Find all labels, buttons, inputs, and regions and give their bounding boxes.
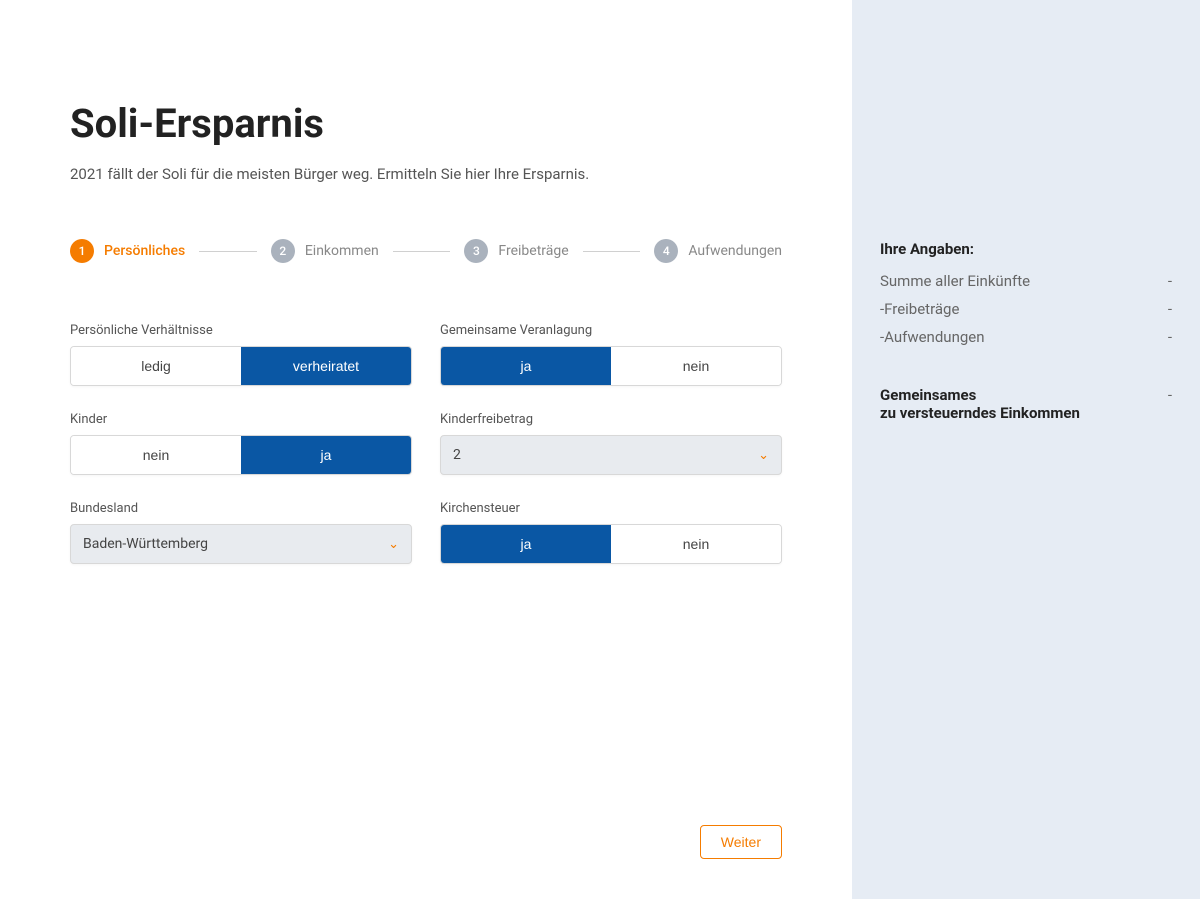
step-aufwendungen[interactable]: 4 Aufwendungen [654, 239, 782, 263]
step-label: Freibeträge [498, 243, 568, 259]
step-number: 4 [654, 239, 678, 263]
toggle-veranlagung: ja nein [440, 346, 782, 386]
sidebar-row-einkuenfte: Summe aller Einkünfte - [880, 272, 1172, 290]
step-number: 2 [271, 239, 295, 263]
step-number: 1 [70, 239, 94, 263]
toggle-verhaeltnisse: ledig verheiratet [70, 346, 412, 386]
stepper: 1 Persönliches 2 Einkommen 3 Freibeträge… [70, 239, 782, 263]
field-label: Bundesland [70, 501, 412, 516]
select-bundesland[interactable]: Baden-Württemberg ⌄ [70, 524, 412, 564]
sidebar-row-value: - [1168, 300, 1172, 318]
step-freibetraege[interactable]: 3 Freibeträge [464, 239, 568, 263]
field-kinderfreibetrag: Kinderfreibetrag 2 ⌄ [440, 412, 782, 475]
step-label: Persönliches [104, 243, 185, 259]
summary-sidebar: Ihre Angaben: Summe aller Einkünfte - -F… [852, 0, 1200, 899]
sidebar-row-label: Summe aller Einkünfte [880, 272, 1030, 290]
step-divider [393, 251, 451, 252]
step-label: Einkommen [305, 243, 379, 259]
toggle-nein[interactable]: nein [611, 347, 781, 385]
step-label: Aufwendungen [688, 243, 782, 259]
toggle-ja[interactable]: ja [441, 347, 611, 385]
sidebar-total-value: - [1168, 386, 1172, 422]
step-einkommen[interactable]: 2 Einkommen [271, 239, 379, 263]
field-label: Kinder [70, 412, 412, 427]
step-divider [583, 251, 641, 252]
main-panel: Soli-Ersparnis 2021 fällt der Soli für d… [0, 0, 852, 899]
field-kirchensteuer: Kirchensteuer ja nein [440, 501, 782, 564]
page-subtitle: 2021 fällt der Soli für die meisten Bürg… [70, 165, 782, 183]
select-value: Baden-Württemberg [83, 536, 388, 552]
toggle-kinder: nein ja [70, 435, 412, 475]
field-bundesland: Bundesland Baden-Württemberg ⌄ [70, 501, 412, 564]
toggle-verheiratet[interactable]: verheiratet [241, 347, 411, 385]
field-label: Persönliche Verhältnisse [70, 323, 412, 338]
sidebar-heading: Ihre Angaben: [880, 240, 1172, 258]
toggle-nein[interactable]: nein [611, 525, 781, 563]
field-label: Kirchensteuer [440, 501, 782, 516]
field-kinder: Kinder nein ja [70, 412, 412, 475]
step-persoenliches[interactable]: 1 Persönliches [70, 239, 185, 263]
toggle-nein[interactable]: nein [71, 436, 241, 474]
toggle-ja[interactable]: ja [441, 525, 611, 563]
toggle-ledig[interactable]: ledig [71, 347, 241, 385]
sidebar-row-value: - [1168, 272, 1172, 290]
next-button[interactable]: Weiter [700, 825, 782, 859]
sidebar-row-label: -Aufwendungen [880, 328, 985, 346]
chevron-down-icon: ⌄ [758, 448, 769, 463]
sidebar-total-label-2: zu versteuerndes Einkommen [880, 404, 1080, 422]
page-title: Soli-Ersparnis [70, 100, 782, 147]
step-divider [199, 251, 257, 252]
field-label: Gemeinsame Veranlagung [440, 323, 782, 338]
select-value: 2 [453, 447, 758, 463]
form-grid: Persönliche Verhältnisse ledig verheirat… [70, 323, 782, 564]
sidebar-total-row: Gemeinsames zu versteuerndes Einkommen - [880, 386, 1172, 422]
sidebar-total-label-1: Gemeinsames [880, 386, 1080, 404]
sidebar-row-aufwendungen: -Aufwendungen - [880, 328, 1172, 346]
sidebar-row-value: - [1168, 328, 1172, 346]
sidebar-row-label: -Freibeträge [880, 300, 959, 318]
step-number: 3 [464, 239, 488, 263]
toggle-kirchensteuer: ja nein [440, 524, 782, 564]
sidebar-row-freibetraege: -Freibeträge - [880, 300, 1172, 318]
toggle-ja[interactable]: ja [241, 436, 411, 474]
chevron-down-icon: ⌄ [388, 537, 399, 552]
field-veranlagung: Gemeinsame Veranlagung ja nein [440, 323, 782, 386]
field-verhaeltnisse: Persönliche Verhältnisse ledig verheirat… [70, 323, 412, 386]
field-label: Kinderfreibetrag [440, 412, 782, 427]
select-kinderfreibetrag[interactable]: 2 ⌄ [440, 435, 782, 475]
footer: Weiter [70, 825, 782, 859]
